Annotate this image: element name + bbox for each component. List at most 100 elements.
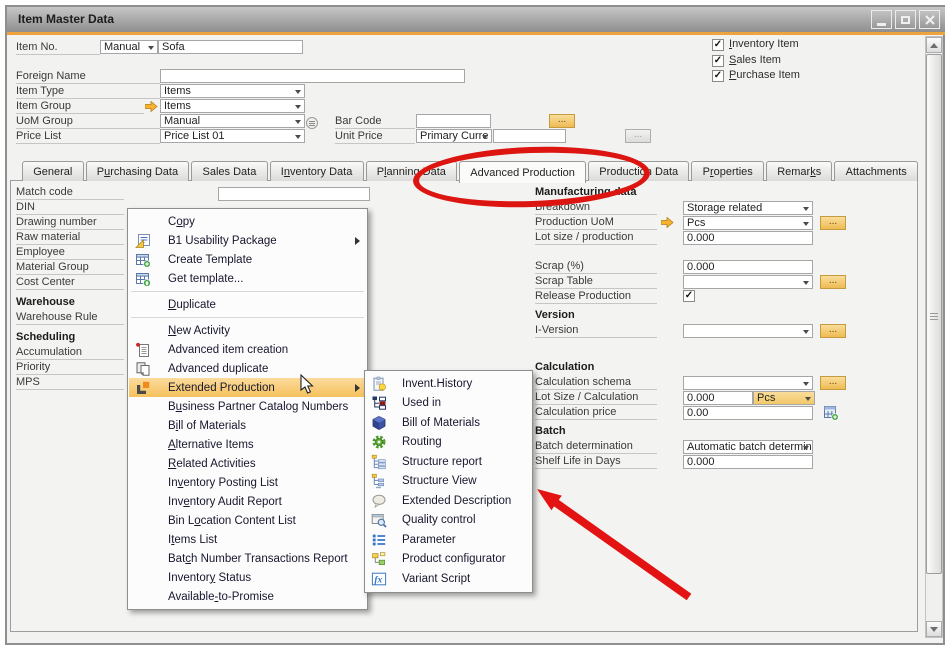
release-production-checkbox[interactable]: ✓ (683, 290, 695, 302)
calculation-schema-dropdown[interactable] (683, 376, 813, 390)
tab-properties[interactable]: Properties (691, 161, 764, 181)
tab-attachments[interactable]: Attachments (834, 161, 918, 181)
uom-list-icon[interactable] (306, 117, 318, 129)
submenu-item-label: Quality control (402, 514, 476, 526)
menu-item-inventory-posting-list[interactable]: Inventory Posting List (129, 473, 366, 492)
checkbox-inventory-item[interactable]: ✓ (712, 39, 724, 51)
submenu-item-variant-script[interactable]: fxVariant Script (366, 569, 531, 589)
submenu-item-quality-control[interactable]: Quality control (366, 511, 531, 531)
maximize-button[interactable] (895, 10, 916, 29)
field-row-i-version: I-Version... (535, 324, 925, 339)
tab-inventory-data[interactable]: Inventory Data (270, 161, 364, 181)
menu-item-batch-number-transactions-report[interactable]: Batch Number Transactions Report (129, 549, 366, 568)
production-uom-link-arrow-icon[interactable] (661, 217, 674, 228)
checkbox-sales-item[interactable]: ✓ (712, 55, 724, 67)
minimize-button[interactable] (871, 10, 892, 29)
calculation-price-input[interactable]: 0.00 (683, 406, 813, 420)
uom-group-dropdown[interactable]: Manual (160, 114, 305, 128)
submenu-item-structure-report[interactable]: Structure report (366, 452, 531, 472)
menu-item-advanced-item-creation[interactable]: Advanced item creation (129, 340, 366, 359)
menu-item-related-activities[interactable]: Related Activities (129, 454, 366, 473)
tab-general[interactable]: General (22, 161, 84, 181)
checkbox-label: Inventory Item (729, 38, 799, 50)
submenu-item-label: Variant Script (402, 573, 470, 585)
lot-size-production-input[interactable]: 0.000 (683, 231, 813, 245)
shelf-life-in-days-input[interactable]: 0.000 (683, 455, 813, 469)
calculation-schema-browse-button[interactable]: ... (820, 376, 846, 390)
section-header-calculation: Calculation (535, 361, 925, 376)
submenu-item-product-configurator[interactable]: Product configurator (366, 550, 531, 570)
scroll-up-button[interactable] (926, 37, 942, 53)
tab-production-data[interactable]: Production Data (588, 161, 689, 181)
menu-item-create-template[interactable]: Create Template (129, 250, 366, 269)
tab-remarks[interactable]: Remarks (766, 161, 832, 181)
production-uom-dropdown[interactable]: Pcs (683, 216, 813, 230)
submenu-item-extended-description[interactable]: Extended Description (366, 491, 531, 511)
menu-item-label: Extended Production (168, 382, 275, 394)
scrap-table-browse-button[interactable]: ... (820, 275, 846, 289)
field-row-production-uom: Production UoMPcs... (535, 216, 925, 231)
lot-size-calculation-input[interactable]: 0.000 (683, 391, 753, 405)
calculation-price-calculator-icon[interactable] (823, 405, 839, 421)
advanced-duplicate-icon (135, 361, 151, 377)
menu-item-label: Create Template (168, 254, 252, 266)
unit-price-browse-button[interactable]: ... (625, 129, 651, 143)
menu-item-business-partner-catalog-numbers[interactable]: Business Partner Catalog Numbers (129, 397, 366, 416)
menu-item-b1-usability-package[interactable]: B1 Usability Package (129, 231, 366, 250)
item-group-label: Item Group (16, 100, 144, 114)
submenu-item-parameter[interactable]: Parameter (366, 530, 531, 550)
menu-item-alternative-items[interactable]: Alternative Items (129, 435, 366, 454)
item-group-dropdown[interactable]: Items (160, 99, 305, 113)
scroll-down-button[interactable] (926, 621, 942, 637)
i-version-browse-button[interactable]: ... (820, 324, 846, 338)
bar-code-browse-button[interactable]: ... (549, 114, 575, 128)
menu-item-inventory-audit-report[interactable]: Inventory Audit Report (129, 492, 366, 511)
i-version-dropdown[interactable] (683, 324, 813, 338)
lot-size-calculation-uom-dropdown[interactable]: Pcs (753, 391, 815, 405)
price-list-dropdown[interactable]: Price List 01 (160, 129, 305, 143)
submenu-item-bill-of-materials[interactable]: Bill of Materials (366, 413, 531, 433)
scrollbar-thumb[interactable] (926, 54, 942, 574)
submenu-item-routing[interactable]: Routing (366, 433, 531, 453)
item-type-dropdown[interactable]: Items (160, 84, 305, 98)
tab-advanced-production[interactable]: Advanced Production (459, 161, 586, 183)
menu-item-get-template-[interactable]: Get template... (129, 269, 366, 288)
item-no-type-dropdown[interactable]: Manual (100, 40, 158, 54)
batch-determination-dropdown[interactable]: Automatic batch determina (683, 440, 813, 454)
section-header-batch: Batch (535, 425, 925, 440)
menu-item-bin-location-content-list[interactable]: Bin Location Content List (129, 511, 366, 530)
menu-item-copy[interactable]: Copy (129, 212, 366, 231)
breakdown-dropdown[interactable]: Storage related (683, 201, 813, 215)
right-field-column: Manufacturing dataBreakdownStorage relat… (535, 186, 925, 470)
submenu-item-invent-history[interactable]: Invent.History (366, 374, 531, 394)
window-titlebar[interactable]: Item Master Data (7, 7, 945, 32)
menu-item-available-to-promise[interactable]: Available-to-Promise (129, 587, 366, 606)
menu-item-label: New Activity (168, 325, 230, 337)
bar-code-input[interactable] (416, 114, 491, 128)
tab-purchasing-data[interactable]: Purchasing Data (86, 161, 190, 181)
match-code-input[interactable] (218, 187, 370, 201)
tab-sales-data[interactable]: Sales Data (191, 161, 267, 181)
section-header-warehouse: Warehouse (16, 296, 128, 311)
scrap-table-dropdown[interactable] (683, 275, 813, 289)
item-no-input[interactable]: Sofa (158, 40, 303, 54)
submenu-item-structure-view[interactable]: Structure View (366, 472, 531, 492)
menu-item-new-activity[interactable]: New Activity (129, 321, 366, 340)
production-uom-browse-button[interactable]: ... (820, 216, 846, 230)
submenu-item-used-in[interactable]: Used in (366, 394, 531, 414)
menu-item-items-list[interactable]: Items List (129, 530, 366, 549)
checkbox-purchase-item[interactable]: ✓ (712, 70, 724, 82)
foreign-name-input[interactable] (160, 69, 465, 83)
menu-item-bill-of-materials[interactable]: Bill of Materials (129, 416, 366, 435)
menu-item-advanced-duplicate[interactable]: Advanced duplicate (129, 359, 366, 378)
tab-planning-data[interactable]: Planning Data (366, 161, 458, 181)
menu-item-extended-production[interactable]: Extended Production (129, 378, 366, 397)
close-button[interactable] (919, 10, 940, 29)
item-group-link-arrow-icon[interactable] (145, 101, 158, 112)
unit-price-input[interactable] (493, 129, 566, 143)
vertical-scrollbar[interactable] (925, 36, 943, 638)
menu-item-inventory-status[interactable]: Inventory Status (129, 568, 366, 587)
scrap--input[interactable]: 0.000 (683, 260, 813, 274)
menu-item-duplicate[interactable]: Duplicate (129, 295, 366, 314)
unit-price-currency-dropdown[interactable]: Primary Curre (416, 129, 492, 143)
